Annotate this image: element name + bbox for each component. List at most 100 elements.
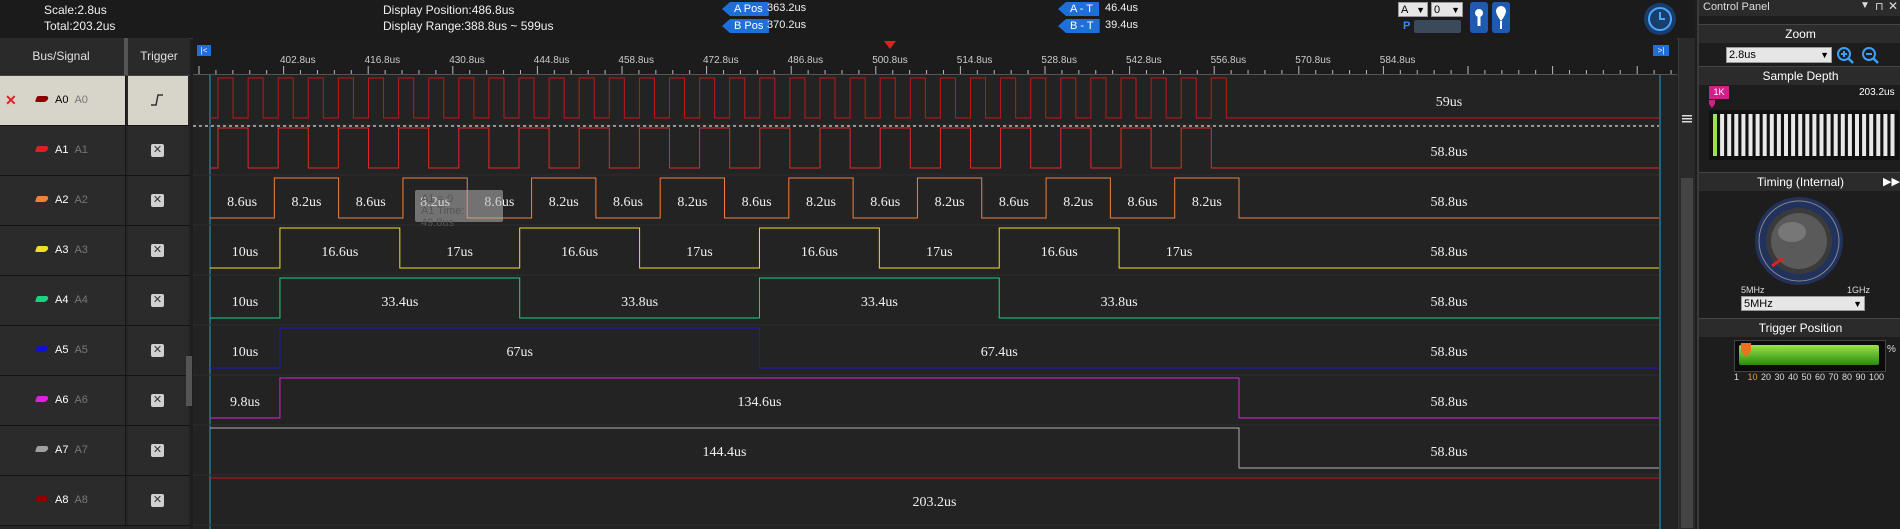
signal-label: A6 A6 bbox=[55, 394, 88, 406]
trigger-cell[interactable]: ✕ bbox=[128, 426, 188, 475]
trigger-cell[interactable]: ✕ bbox=[128, 176, 188, 225]
sample-slider-handle-icon[interactable] bbox=[1709, 100, 1715, 110]
signal-name-cell[interactable]: A8 A8 bbox=[0, 476, 126, 525]
dropdown-icon[interactable]: ▼ bbox=[1860, 0, 1870, 11]
signal-name-cell[interactable]: A3 A3 bbox=[0, 226, 126, 275]
signal-name-cell[interactable]: ✕ A0 A0 bbox=[0, 76, 126, 125]
no-trigger-icon[interactable]: ✕ bbox=[151, 244, 164, 257]
remove-icon[interactable]: ✕ bbox=[5, 92, 17, 109]
timing-knob[interactable] bbox=[1754, 196, 1844, 286]
timing-select[interactable]: 5MHz ▼ bbox=[1741, 296, 1865, 311]
edge-trigger-icon[interactable] bbox=[148, 91, 166, 109]
pulse-width-label: 16.6us bbox=[801, 245, 838, 260]
history-button[interactable] bbox=[1644, 3, 1676, 35]
control-panel-title: Control Panel bbox=[1703, 1, 1770, 13]
signal-name-cell[interactable]: A7 A7 bbox=[0, 426, 126, 475]
trigger-scale-label: 30 bbox=[1774, 372, 1785, 382]
no-trigger-icon[interactable]: ✕ bbox=[151, 294, 164, 307]
depth-bar bbox=[1791, 114, 1796, 156]
b-pos-value: 370.2us bbox=[767, 19, 807, 31]
no-trigger-icon[interactable]: ✕ bbox=[151, 144, 164, 157]
sample-depth-title: Sample Depth bbox=[1699, 66, 1900, 85]
pulse-width-label: 8.6us bbox=[742, 195, 772, 210]
b-pos-badge: B Pos bbox=[722, 19, 770, 33]
cursor-number-select[interactable]: 0 ▼ bbox=[1431, 2, 1463, 17]
panel-collapse-handle[interactable] bbox=[186, 356, 192, 406]
signal-row[interactable]: A8 A8 ✕ bbox=[0, 476, 190, 526]
trigger-scale: 1 10 20 30 40 50 60 70 80 90 100 bbox=[1734, 372, 1894, 384]
trigger-cell[interactable]: ✕ bbox=[128, 226, 188, 275]
sample-depth-slider[interactable] bbox=[1709, 110, 1899, 160]
signal-name-cell[interactable]: A1 A1 bbox=[0, 126, 126, 175]
signal-list-panel: Bus/Signal Trigger ✕ A0 A0 A1 A1 ✕ A2 A2 ✕ A3 A3 ✕ A… bbox=[0, 38, 192, 529]
signal-label: A5 A5 bbox=[55, 344, 88, 356]
signal-row[interactable]: A7 A7 ✕ bbox=[0, 426, 190, 476]
trigger-cell[interactable]: ✕ bbox=[128, 276, 188, 325]
signal-row[interactable]: A5 A5 ✕ bbox=[0, 326, 190, 376]
pulse-width-label: 8.2us bbox=[677, 195, 707, 210]
pin-icon bbox=[1496, 6, 1506, 29]
ruler-tick-label: 542.8us bbox=[1126, 55, 1162, 66]
signal-name-cell[interactable]: A5 A5 bbox=[0, 326, 126, 375]
no-trigger-icon[interactable]: ✕ bbox=[151, 494, 164, 507]
no-trigger-icon[interactable]: ✕ bbox=[151, 444, 164, 457]
signal-row[interactable]: A6 A6 ✕ bbox=[0, 376, 190, 426]
trigger-cell[interactable]: ✕ bbox=[128, 376, 188, 425]
cursor-a-button[interactable] bbox=[1470, 2, 1488, 33]
expand-icon[interactable]: ▶▶ bbox=[1883, 173, 1900, 191]
vertical-scrollbar[interactable] bbox=[1678, 38, 1695, 529]
scrollbar-thumb[interactable] bbox=[1681, 178, 1693, 528]
depth-bar bbox=[1727, 114, 1732, 156]
trigger-position-slider[interactable] bbox=[1734, 340, 1886, 372]
trigger-cell[interactable]: ✕ bbox=[128, 326, 188, 375]
signal-list-header: Bus/Signal Trigger bbox=[0, 38, 190, 76]
zoom-select[interactable]: 2.8us ▼ bbox=[1726, 47, 1832, 63]
pin-icon[interactable]: ⊓ bbox=[1875, 0, 1884, 13]
pulse-width-label: 8.6us bbox=[227, 195, 257, 210]
cursor-select-value: A bbox=[1401, 4, 1409, 16]
pulse-width-label: 58.8us bbox=[1431, 445, 1468, 460]
timing-value: 5MHz bbox=[1744, 298, 1773, 310]
time-ruler[interactable]: |< >| 402.8us 416.8us 430.8us 444.8us 458.8u… bbox=[193, 38, 1677, 75]
knob-max-label: 1GHz bbox=[1847, 285, 1871, 295]
depth-bar bbox=[1883, 114, 1888, 156]
trigger-cell[interactable]: ✕ bbox=[128, 476, 188, 525]
signal-row[interactable]: A3 A3 ✕ bbox=[0, 226, 190, 276]
signal-name: A1 bbox=[55, 144, 69, 156]
close-icon[interactable]: ✕ bbox=[1888, 0, 1898, 13]
signal-row[interactable]: A1 A1 ✕ bbox=[0, 126, 190, 176]
cursor-select[interactable]: A ▼ bbox=[1398, 2, 1428, 17]
depth-bar bbox=[1805, 114, 1810, 156]
menu-icon[interactable] bbox=[1682, 112, 1692, 123]
no-trigger-icon[interactable]: ✕ bbox=[151, 344, 164, 357]
signal-name-cell[interactable]: A6 A6 bbox=[0, 376, 126, 425]
trigger-handle-icon[interactable] bbox=[1739, 341, 1753, 367]
p-field[interactable] bbox=[1414, 20, 1461, 33]
no-trigger-icon[interactable]: ✕ bbox=[151, 394, 164, 407]
signal-name-cell[interactable]: A4 A4 bbox=[0, 276, 126, 325]
trigger-cell[interactable]: ✕ bbox=[128, 126, 188, 175]
timing-section-title: Timing (Internal) ▶▶ bbox=[1699, 172, 1900, 191]
zoom-out-icon[interactable] bbox=[1861, 46, 1881, 64]
waveform-canvas: 59us 58.8us 8.6us 8.2us 8.6us 8.2us 8.6us 8.2us… bbox=[193, 75, 1661, 529]
cursor-b-button[interactable] bbox=[1492, 2, 1510, 33]
signal-label: A3 A3 bbox=[55, 244, 88, 256]
signal-row[interactable]: A4 A4 ✕ bbox=[0, 276, 190, 326]
knob-min-label: 5MHz bbox=[1741, 285, 1765, 295]
probe-icon bbox=[34, 446, 50, 452]
signal-row[interactable]: ✕ A0 A0 bbox=[0, 76, 190, 126]
signal-alias: A6 bbox=[74, 394, 88, 406]
signal-name-cell[interactable]: A2 A2 bbox=[0, 176, 126, 225]
pulse-width-label: 17us bbox=[926, 245, 952, 260]
no-trigger-icon[interactable]: ✕ bbox=[151, 194, 164, 207]
pulse-width-label: 8.6us bbox=[870, 195, 900, 210]
probe-icon bbox=[34, 146, 50, 152]
depth-bar bbox=[1812, 114, 1817, 156]
zoom-in-icon[interactable] bbox=[1836, 46, 1856, 64]
signal-row[interactable]: A2 A2 ✕ bbox=[0, 176, 190, 226]
waveform-area[interactable]: 59us 58.8us 8.6us 8.2us 8.6us 8.2us 8.6us 8.2us… bbox=[193, 75, 1677, 529]
pulse-width-label: 10us bbox=[232, 245, 258, 260]
zoom-value: 2.8us bbox=[1729, 49, 1756, 61]
trigger-cell[interactable] bbox=[128, 76, 188, 125]
signal-label: A4 A4 bbox=[55, 294, 88, 306]
